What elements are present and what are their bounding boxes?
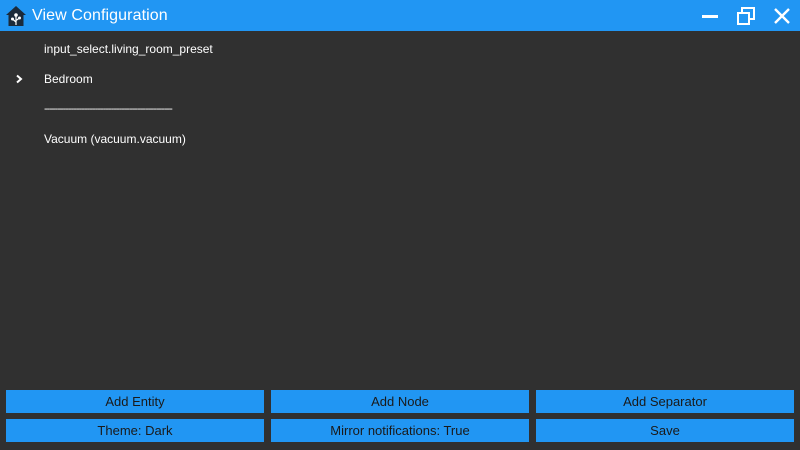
- button-row-1: Add Entity Add Node Add Separator: [6, 390, 794, 413]
- window-controls: [692, 0, 800, 31]
- close-button[interactable]: [764, 0, 800, 31]
- action-buttons: Add Entity Add Node Add Separator Theme:…: [6, 390, 794, 448]
- button-row-2: Theme: Dark Mirror notifications: True S…: [6, 419, 794, 442]
- list-item-bedroom[interactable]: Bedroom: [0, 64, 800, 94]
- add-entity-button[interactable]: Add Entity: [6, 390, 264, 413]
- restore-button[interactable]: [728, 0, 764, 31]
- home-assistant-icon: [5, 5, 27, 27]
- window-title: View Configuration: [32, 6, 168, 24]
- add-separator-button[interactable]: Add Separator: [536, 390, 794, 413]
- chevron-right-icon[interactable]: [14, 64, 24, 94]
- title-bar[interactable]: View Configuration: [0, 0, 800, 31]
- close-icon: [774, 7, 790, 24]
- mirror-notifications-button[interactable]: Mirror notifications: True: [271, 419, 529, 442]
- list-item-label: input_select.living_room_preset: [44, 42, 213, 56]
- restore-icon: [737, 6, 755, 25]
- view-configuration-window: View Configuration input_select.living_r…: [0, 0, 800, 450]
- list-item-label: Bedroom: [44, 72, 93, 86]
- list-item-separator[interactable]: ----------------------------------------…: [0, 94, 800, 124]
- theme-button[interactable]: Theme: Dark: [6, 419, 264, 442]
- list-item-label: Vacuum (vacuum.vacuum): [44, 132, 186, 146]
- separator-label: ----------------------------------------…: [44, 103, 173, 115]
- configuration-list: input_select.living_room_preset Bedroom …: [0, 34, 800, 154]
- minimize-button[interactable]: [692, 0, 728, 31]
- list-item-living-room-preset[interactable]: input_select.living_room_preset: [0, 34, 800, 64]
- add-node-button[interactable]: Add Node: [271, 390, 529, 413]
- list-item-vacuum[interactable]: Vacuum (vacuum.vacuum): [0, 124, 800, 154]
- minimize-icon: [702, 14, 718, 18]
- save-button[interactable]: Save: [536, 419, 794, 442]
